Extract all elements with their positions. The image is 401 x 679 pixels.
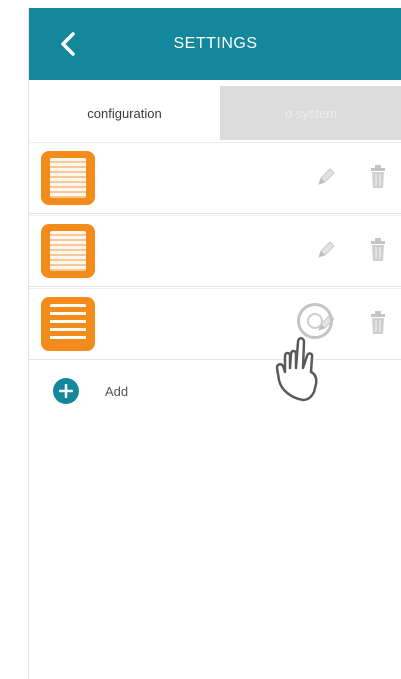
roller-shade-icon [41,224,95,278]
page-title: SETTINGS [173,35,258,52]
edit-button[interactable] [315,166,337,188]
edit-button[interactable] [315,239,337,261]
delete-button[interactable] [369,165,387,189]
trash-icon [371,165,385,188]
trash-icon [371,311,385,334]
add-label: Add [105,383,129,399]
tab-system[interactable]: o system [220,86,401,140]
tab-configuration[interactable]: configuration [29,86,220,140]
delete-button[interactable] [369,311,387,335]
tab-bar: configuration o system [29,86,401,140]
roller-shade-icon [41,151,95,205]
delete-button[interactable] [369,238,387,262]
trash-icon [371,238,385,261]
roller-shade-icon [41,297,95,351]
list-item[interactable] [29,215,401,287]
header-bar: SETTINGS [29,8,401,80]
plus-circle-icon [53,378,79,404]
settings-screen: SETTINGS configuration o system Add [28,8,401,679]
pencil-icon [318,168,335,185]
add-button[interactable]: Add [53,376,128,406]
list-item[interactable] [29,142,401,214]
pencil-icon [318,241,335,258]
pointing-hand-icon [275,337,318,402]
